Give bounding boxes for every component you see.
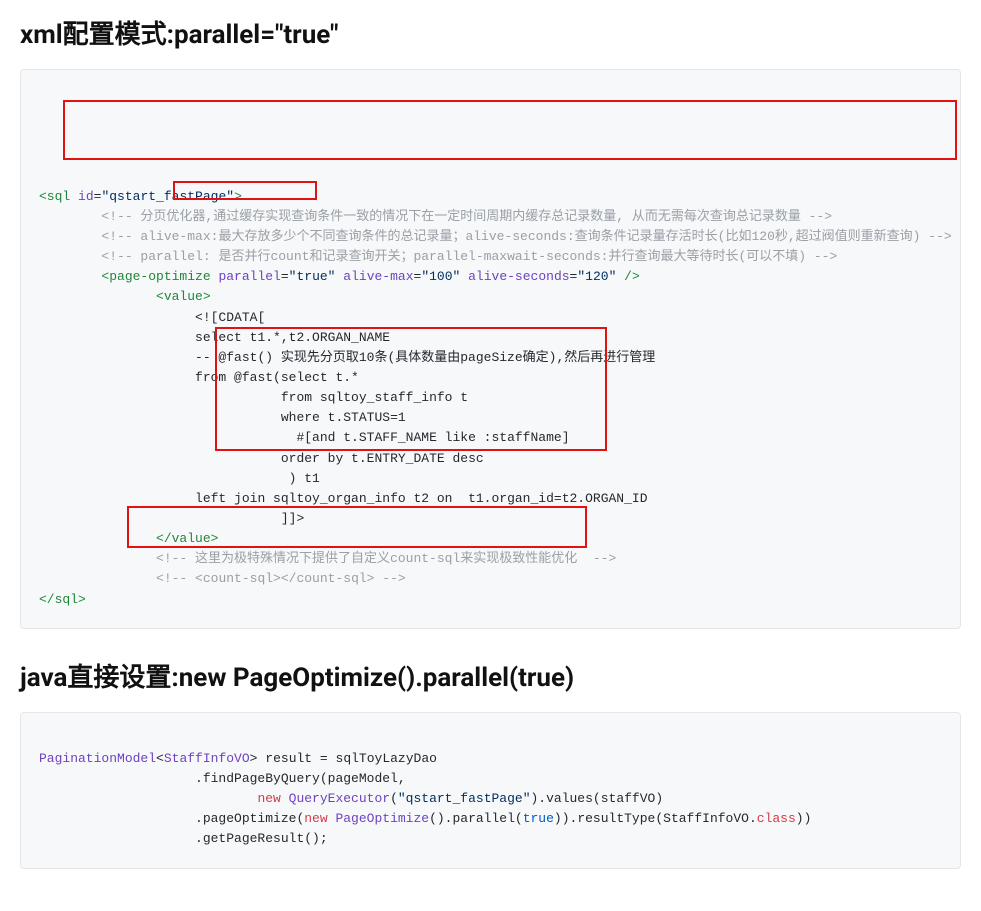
code-token: <!-- alive-max:最大存放多少个不同查询条件的总记录量；alive-…	[101, 229, 951, 244]
code-token: true	[523, 811, 554, 826]
code-token: <!-- 这里为极特殊情况下提供了自定义count-sql来实现极致性能优化 -…	[156, 551, 616, 566]
code-token: <sql	[39, 189, 70, 204]
code-token	[39, 791, 257, 806]
code-token: </value>	[156, 531, 218, 546]
code-token: .pageOptimize(	[39, 811, 304, 826]
code-token: .findPageByQuery(pageModel,	[39, 771, 406, 786]
heading-java-config: java直接设置:new PageOptimize().parallel(tru…	[20, 657, 961, 694]
code-token: ))	[796, 811, 812, 826]
code-token: StaffInfoVO	[164, 751, 250, 766]
code-token: <	[156, 751, 164, 766]
code-token: <!-- 分页优化器,通过缓存实现查询条件一致的情况下在一定时间周期内缓存总记录…	[101, 209, 832, 224]
code-token: sqlToyLazyDao	[328, 751, 437, 766]
code-token: "qstart_fastPage"	[101, 189, 234, 204]
java-code-block: PaginationModel<StaffInfoVO> result = sq…	[20, 712, 961, 869]
code-token: "100"	[421, 269, 460, 284]
code-token: QueryExecutor	[281, 791, 390, 806]
code-token: =	[320, 751, 328, 766]
code-token: PaginationModel	[39, 751, 156, 766]
code-token: new	[304, 811, 327, 826]
code-token: .getPageResult();	[39, 831, 328, 846]
code-token: </sql>	[39, 592, 86, 607]
code-token: left join sqltoy_organ_info t2 on t1.org…	[195, 491, 647, 506]
code-token: ) t1	[195, 471, 320, 486]
code-token: #[and t.STAFF_NAME like :staffName]	[195, 430, 569, 445]
code-token: parallel	[211, 269, 281, 284]
code-token: "true"	[289, 269, 336, 284]
code-token: =	[281, 269, 289, 284]
code-token: class	[757, 811, 796, 826]
code-token: <![CDATA[	[195, 310, 265, 325]
code-token: alive-max	[335, 269, 413, 284]
code-token: >	[250, 751, 258, 766]
code-token: from @fast(select t.*	[195, 370, 359, 385]
code-token: <!-- <count-sql></count-sql> -->	[156, 571, 406, 586]
code-token: "qstart_fastPage"	[398, 791, 531, 806]
code-token: (	[390, 791, 398, 806]
code-token: from sqltoy_staff_info t	[195, 390, 468, 405]
code-token: alive-seconds	[460, 269, 569, 284]
code-token: )).resultType(StaffInfoVO.	[554, 811, 757, 826]
code-token: PageOptimize	[328, 811, 429, 826]
code-token: where t.STATUS=1	[195, 410, 406, 425]
code-token: new	[257, 791, 280, 806]
code-token: ().parallel(	[429, 811, 523, 826]
heading-xml-config: xml配置模式:parallel="true"	[20, 14, 961, 51]
code-token: <page-optimize	[101, 269, 210, 284]
code-token: -- @fast() 实现先分页取10条(具体数量由pageSize确定),然后…	[195, 350, 655, 365]
code-token: id	[70, 189, 93, 204]
xml-code-block: <sql id = "qstart_fastPage"> <!-- 分页优化器,通过…	[20, 69, 961, 629]
highlight-box-comments	[63, 100, 957, 160]
code-token: select t1.*,t2.ORGAN_NAME	[195, 330, 390, 345]
code-token: ).values(staffVO)	[531, 791, 664, 806]
code-token: <!-- parallel: 是否并行count和记录查询开关；parallel…	[101, 249, 837, 264]
code-token: ]]>	[195, 511, 304, 526]
code-token: order by t.ENTRY_DATE desc	[195, 451, 484, 466]
code-token: >	[234, 189, 242, 204]
code-token: "120"	[577, 269, 616, 284]
code-token: />	[616, 269, 639, 284]
code-token: result	[257, 751, 319, 766]
code-token: <value>	[156, 289, 211, 304]
